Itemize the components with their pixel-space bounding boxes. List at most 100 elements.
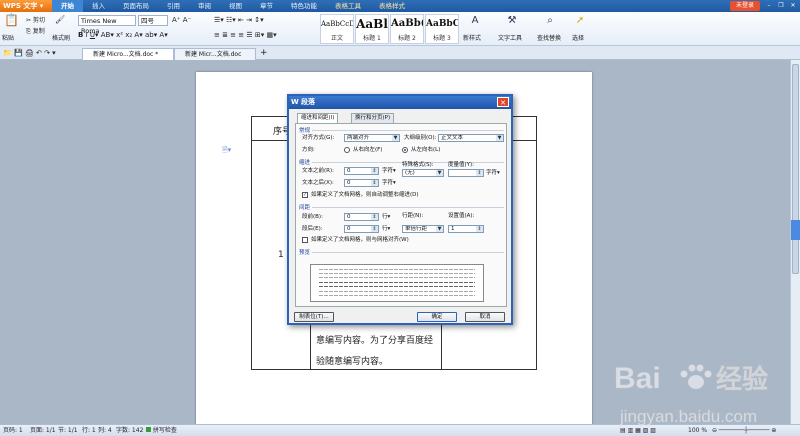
baidu-jingyan-watermark: Bai 经验 jingyan.baidu.com [612, 344, 792, 432]
outline-level-label: 大纲级别(O): [404, 135, 437, 141]
paste-label[interactable]: 粘贴 [2, 33, 14, 42]
select-label[interactable]: 选择 [572, 33, 584, 42]
dialog-title: 段落 [301, 98, 315, 106]
measure-unit[interactable]: 字符▾ [486, 169, 500, 177]
before-text-unit[interactable]: 字符▾ [382, 167, 396, 175]
menu-bar: WPS 文字 ▾ 开始 插入 页面布局 引用 审阅 视图 章节 特色功能 表格工… [0, 0, 800, 12]
menu-review[interactable]: 审阅 [189, 0, 220, 12]
login-button[interactable]: 未登录 [730, 1, 760, 11]
app-menu-button[interactable]: WPS 文字 ▾ [0, 0, 52, 12]
after-text-label: 文本之后(X): [302, 180, 334, 186]
svg-text:jingyan.baidu.com: jingyan.baidu.com [619, 407, 757, 426]
menu-references[interactable]: 引用 [158, 0, 189, 12]
font-name-select[interactable]: Times New Roma [78, 15, 136, 35]
side-panel-toggle[interactable] [791, 220, 800, 240]
align-grid-checkbox[interactable] [302, 237, 308, 243]
style-heading-2[interactable]: AaBb( 标题 2 [390, 14, 424, 44]
auto-indent-label[interactable]: 如果定义了文档网格，则自动调整右缩进(D) [311, 191, 419, 199]
status-page: 页码: 1 [3, 427, 23, 434]
menu-page-layout[interactable]: 页面布局 [114, 0, 158, 12]
chevron-down-icon: ▼ [496, 135, 503, 141]
tab-document-2[interactable]: 新建 Micr...文档.doc [174, 48, 256, 60]
menu-table-style[interactable]: 表格样式 [370, 0, 414, 12]
cancel-button[interactable]: 取消 [465, 312, 505, 322]
paragraph-marker-icon[interactable]: 🗎▾ [222, 146, 231, 157]
space-after-input[interactable]: 0 ⇕ [344, 225, 379, 233]
style-normal[interactable]: AaBbCcDd 正文 [320, 14, 354, 44]
dialog-title-bar[interactable]: W 段落 [289, 96, 511, 109]
font-style-buttons[interactable]: B I U▾ AB▾ x² x₂ A▾ ab▾ A▾ [78, 31, 168, 39]
quick-access-icons[interactable]: 📁 💾 🖨 ↶ ↷ ▾ [3, 49, 56, 57]
before-text-input[interactable]: 0 ⇕ [344, 167, 379, 175]
space-after-unit[interactable]: 行▾ [382, 225, 390, 233]
direction-rtl-radio[interactable] [344, 147, 350, 153]
menu-chapter[interactable]: 章节 [251, 0, 282, 12]
ok-button[interactable]: 确定 [417, 312, 457, 322]
format-painter-label[interactable]: 格式刷 [52, 33, 70, 42]
table-cell-line-2[interactable]: 验随意编写内容。 [316, 354, 388, 367]
find-replace-icon[interactable]: ⌕ [545, 16, 555, 26]
menu-home[interactable]: 开始 [52, 0, 83, 12]
tab-document-1[interactable]: 新建 Micro...文档.doc * [82, 48, 174, 60]
restore-icon[interactable]: ❐ [776, 1, 786, 10]
line-spacing-label: 行距(N): [402, 213, 424, 219]
minimize-icon[interactable]: – [764, 1, 774, 10]
align-grid-label[interactable]: 如果定义了文档网格，则与网格对齐(W) [311, 236, 409, 244]
menu-table-tools[interactable]: 表格工具 [326, 0, 370, 12]
svg-text:Bai: Bai [614, 362, 661, 395]
new-style-icon[interactable]: A [470, 16, 480, 26]
dialog-close-icon[interactable]: ✕ [497, 97, 509, 107]
menu-view[interactable]: 视图 [220, 0, 251, 12]
style-heading-3[interactable]: AaBbC 标题 3 [425, 14, 459, 44]
menu-features[interactable]: 特色功能 [282, 0, 326, 12]
space-before-input[interactable]: 0 ⇕ [344, 213, 379, 221]
direction-ltr-label[interactable]: 从左向右(L) [411, 146, 440, 154]
direction-ltr-radio[interactable] [402, 147, 408, 153]
font-size-select[interactable]: 四号 [138, 15, 168, 26]
auto-indent-checkbox[interactable]: ✓ [302, 192, 308, 198]
alignment-label: 对齐方式(G): [302, 135, 335, 141]
scrollbar-thumb[interactable] [792, 64, 799, 274]
copy-button[interactable]: ⎘ 复制 [26, 26, 45, 36]
after-text-unit[interactable]: 字符▾ [382, 179, 396, 187]
grow-font-icon[interactable]: A⁺ A⁻ [172, 16, 191, 24]
setting-value-input[interactable]: 1 ⇕ [448, 225, 484, 233]
spellcheck-toggle[interactable]: 拼写检查 [146, 425, 177, 436]
line-spacing-select[interactable]: 单倍行距 ▼ [402, 225, 444, 233]
spellcheck-icon [146, 427, 151, 432]
cut-button[interactable]: ✂ 剪切 [26, 15, 45, 24]
general-divider [312, 130, 504, 131]
text-tools-icon[interactable]: ⚒ [507, 16, 517, 26]
alignment-select[interactable]: 两端对齐 ▼ [344, 134, 400, 142]
before-text-label: 文本之前(R): [302, 168, 334, 174]
text-tools-label[interactable]: 文字工具 [498, 33, 522, 42]
special-format-select[interactable]: (无) ▼ [402, 169, 444, 177]
list-buttons[interactable]: ☰▾ ☷▾ ⇤ ⇥ ↕▾ [214, 16, 264, 24]
outline-level-select[interactable]: 正文文本 ▼ [438, 134, 504, 142]
table-cell-line-1[interactable]: 意编写内容。为了分享百度经 [316, 333, 433, 346]
close-icon[interactable]: ✕ [788, 1, 798, 10]
new-tab-icon[interactable]: + [260, 48, 268, 58]
select-icon[interactable]: ➚ [575, 16, 585, 26]
preview-divider [312, 252, 504, 253]
new-style-label[interactable]: 新样式 [463, 33, 481, 42]
document-tab-bar: 📁 💾 🖨 ↶ ↷ ▾ 新建 Micro...文档.doc * 新建 Micr.… [0, 46, 800, 60]
table-border-right [536, 116, 537, 370]
after-text-input[interactable]: 0 ⇕ [344, 179, 379, 187]
space-before-unit[interactable]: 行▾ [382, 213, 390, 221]
setting-value-label: 设置值(A): [448, 213, 475, 219]
paste-icon[interactable]: 📋 [4, 14, 19, 29]
chevron-down-icon: ▼ [436, 170, 443, 176]
find-replace-label[interactable]: 查找替换 [537, 33, 561, 42]
measure-input[interactable]: ⇕ [448, 169, 484, 177]
align-buttons[interactable]: ≡ ≣ ≡ ≡ ☰ ⊞▾ ▦▾ [214, 31, 277, 39]
tabs-button[interactable]: 制表位(T)... [294, 312, 334, 322]
format-painter-icon[interactable]: 🖌 [55, 15, 65, 25]
style-heading-1[interactable]: AaBl 标题 1 [355, 14, 389, 44]
menu-insert[interactable]: 插入 [83, 0, 114, 12]
tab-line-page-breaks[interactable]: 换行和分页(P) [351, 113, 395, 123]
table-row-number[interactable]: 1 [278, 250, 284, 260]
status-words: 字数: 142 [116, 427, 144, 434]
spinner-icon: ⇕ [371, 214, 378, 220]
direction-rtl-label[interactable]: 从右向左(F) [353, 146, 382, 154]
